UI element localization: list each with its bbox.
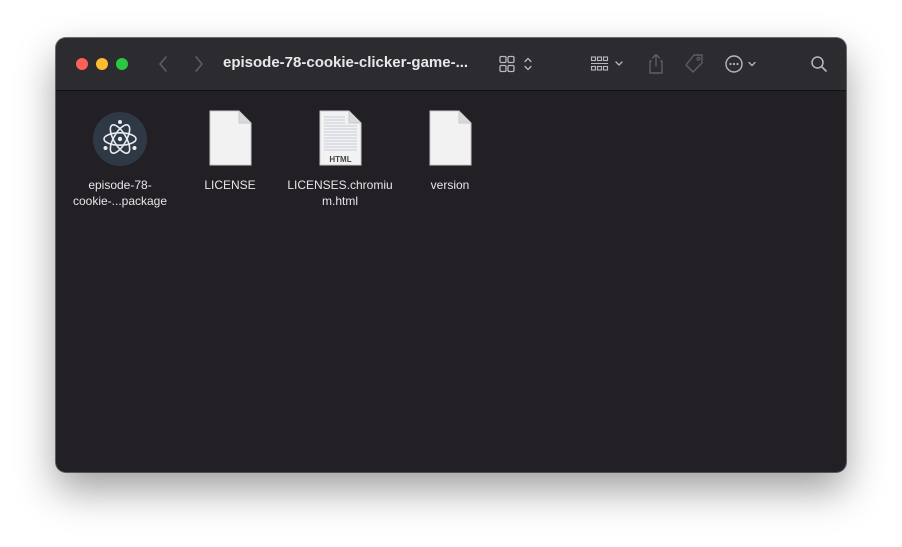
share-button[interactable] (645, 52, 667, 76)
file-item-version[interactable]: version (390, 107, 510, 193)
grid-view-icon (499, 55, 532, 73)
back-button[interactable] (154, 52, 172, 76)
html-document-icon: HTML (319, 110, 362, 166)
close-button[interactable] (76, 58, 88, 70)
more-actions-button[interactable] (724, 52, 760, 76)
file-name: episode-78- cookie-...package (72, 178, 168, 208)
window-title: episode-78-cookie-clicker-game-... (223, 54, 469, 71)
zoom-button[interactable] (116, 58, 128, 70)
file-name: LICENSES.chromium.html (287, 178, 393, 208)
search-icon (811, 56, 827, 72)
ellipsis-circle-icon (725, 55, 756, 73)
file-name: LICENSE (204, 178, 256, 192)
group-by-icon (590, 56, 623, 71)
file-item-license[interactable]: LICENSE (170, 107, 290, 193)
file-grid: episode-78- cookie-...package LICENSE HT… (56, 91, 846, 472)
file-item-licenses-html[interactable]: HTML LICENSES.chromium.html (280, 107, 400, 209)
svg-text:HTML: HTML (329, 155, 351, 164)
chevron-right-icon (195, 56, 203, 72)
forward-button[interactable] (190, 52, 208, 76)
file-name: version (430, 178, 470, 192)
tag-icon (685, 54, 703, 73)
minimize-button[interactable] (96, 58, 108, 70)
group-by-button[interactable] (590, 52, 628, 76)
toolbar: episode-78-cookie-clicker-game-... (56, 38, 846, 91)
chevron-left-icon (159, 56, 167, 72)
electron-app-icon (93, 112, 147, 166)
share-icon (649, 53, 663, 74)
document-icon (209, 110, 252, 166)
view-switcher[interactable] (498, 52, 538, 76)
search-button[interactable] (808, 52, 830, 76)
file-item-package[interactable]: episode-78- cookie-...package (60, 107, 180, 209)
tag-button[interactable] (682, 52, 706, 76)
finder-window: episode-78-cookie-clicker-game-... episo… (56, 38, 846, 472)
document-icon (429, 110, 472, 166)
